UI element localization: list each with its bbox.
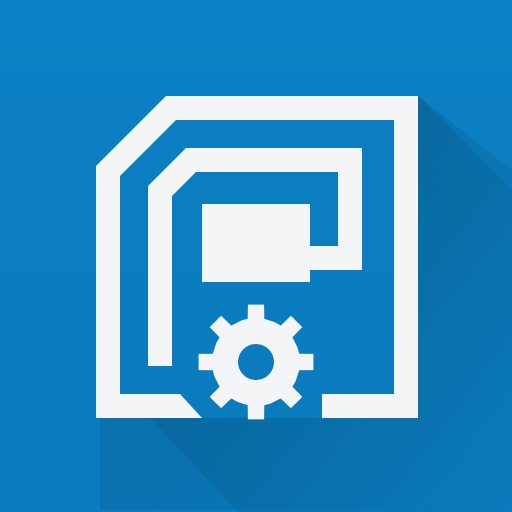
gear-icon bbox=[198, 304, 314, 420]
gear-hole bbox=[238, 344, 274, 380]
chip-pad bbox=[202, 204, 310, 282]
app-icon-artwork bbox=[0, 0, 512, 512]
app-icon bbox=[0, 0, 512, 512]
